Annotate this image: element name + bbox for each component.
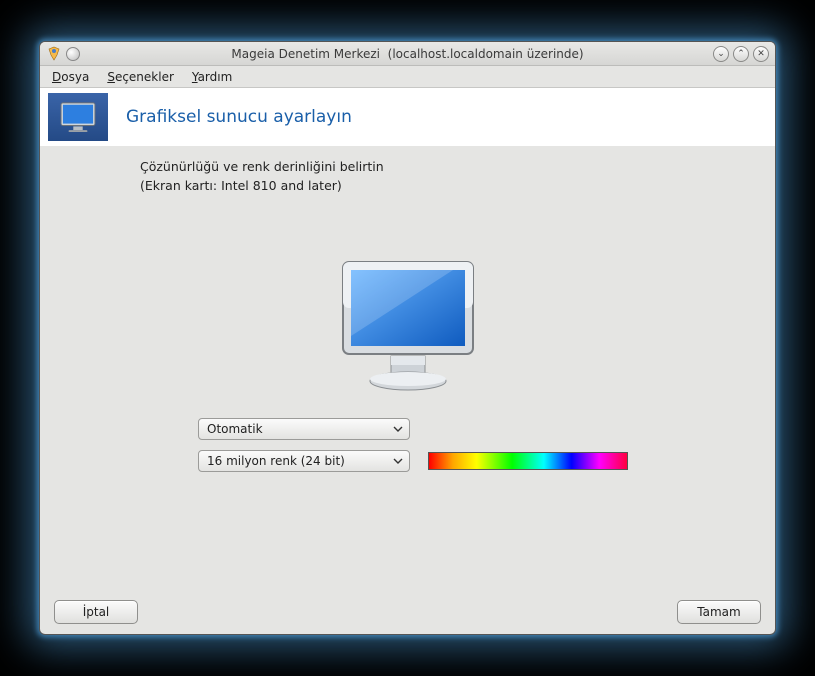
window-title: Mageia Denetim Merkezi (localhost.locald…: [40, 47, 775, 61]
header-icon: [48, 93, 108, 141]
description: Çözünürlüğü ve renk derinliğini belirtin…: [140, 158, 757, 196]
color-depth-select[interactable]: 16 milyon renk (24 bit): [198, 450, 410, 472]
cancel-button[interactable]: İptal: [54, 600, 138, 624]
minimize-button[interactable]: ⌄: [713, 46, 729, 62]
chevron-down-icon: [393, 456, 403, 466]
page-header: Grafiksel sunucu ayarlayın: [40, 88, 775, 146]
monitor-large-icon: [333, 256, 483, 396]
description-line2: (Ekran kartı: Intel 810 and later): [140, 177, 757, 196]
monitor-illustration: [58, 256, 757, 396]
color-spectrum: [428, 452, 628, 470]
menu-options[interactable]: Seçenekler: [99, 68, 182, 86]
content-area: Çözünürlüğü ve renk derinliğini belirtin…: [40, 146, 775, 590]
app-icon: [46, 46, 62, 62]
resolution-value: Otomatik: [207, 422, 263, 436]
close-button[interactable]: ✕: [753, 46, 769, 62]
color-depth-value: 16 milyon renk (24 bit): [207, 454, 345, 468]
maximize-button[interactable]: ⌃: [733, 46, 749, 62]
description-line1: Çözünürlüğü ve renk derinliğini belirtin: [140, 158, 757, 177]
ok-button[interactable]: Tamam: [677, 600, 761, 624]
chevron-down-icon: [393, 424, 403, 434]
menubar: Dosya Seçenekler Yardım: [40, 66, 775, 88]
menu-help[interactable]: Yardım: [184, 68, 240, 86]
window: Mageia Denetim Merkezi (localhost.locald…: [39, 41, 776, 635]
monitor-icon: [59, 101, 97, 133]
resolution-select[interactable]: Otomatik: [198, 418, 410, 440]
page-title: Grafiksel sunucu ayarlayın: [126, 107, 352, 127]
titlebar: Mageia Denetim Merkezi (localhost.locald…: [40, 42, 775, 66]
menu-file[interactable]: Dosya: [44, 68, 97, 86]
pin-icon[interactable]: [66, 47, 80, 61]
footer: İptal Tamam: [40, 590, 775, 634]
